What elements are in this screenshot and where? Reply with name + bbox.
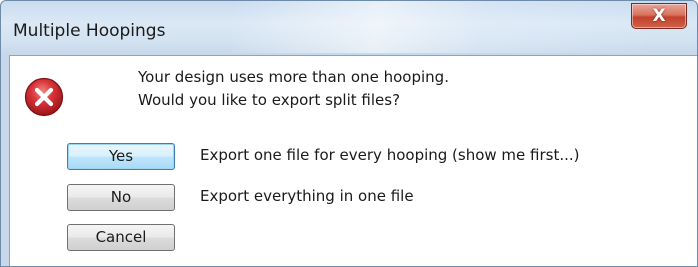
- error-icon: [24, 77, 64, 117]
- dialog-body: Your design uses more than one hooping. …: [9, 55, 697, 266]
- message-line-1: Your design uses more than one hooping.: [138, 68, 449, 86]
- title-bar[interactable]: Multiple Hoopings X: [1, 1, 697, 55]
- message-line-2: Would you like to export split files?: [138, 91, 401, 109]
- dialog-window: Multiple Hoopings X Your design uses mor…: [0, 0, 698, 267]
- yes-button[interactable]: Yes: [67, 143, 175, 170]
- cancel-button[interactable]: Cancel: [67, 224, 175, 251]
- no-button[interactable]: No: [67, 184, 175, 211]
- no-option-description: Export everything in one file: [200, 187, 414, 205]
- close-button[interactable]: X: [631, 3, 687, 29]
- dialog-title: Multiple Hoopings: [13, 21, 166, 41]
- title-bar-sheen: [231, 1, 651, 53]
- yes-option-description: Export one file for every hooping (show …: [200, 146, 580, 164]
- close-icon: X: [652, 6, 666, 26]
